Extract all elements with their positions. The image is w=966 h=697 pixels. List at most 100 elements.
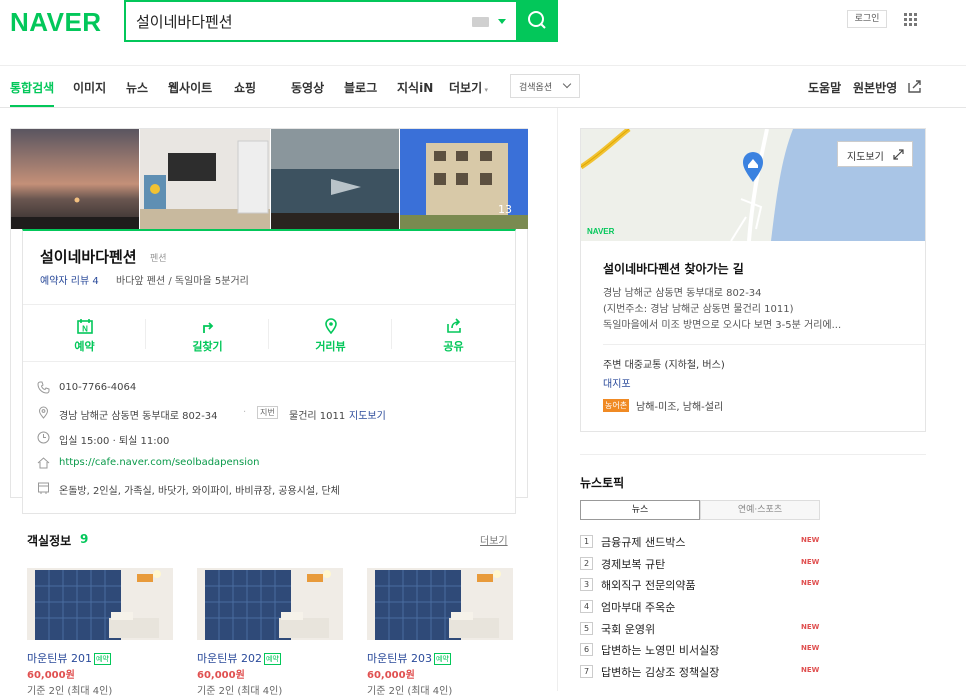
- new-badge: NEW: [801, 644, 820, 652]
- tab-integrated[interactable]: 통합검색: [10, 79, 55, 107]
- apps-grid-icon[interactable]: [904, 13, 918, 27]
- place-name[interactable]: 설이네바다펜션: [40, 246, 137, 267]
- search-box[interactable]: [124, 0, 558, 42]
- photo-count: 13: [498, 203, 512, 216]
- news-item[interactable]: 4 엄마부대 주옥순: [580, 598, 826, 616]
- news-tab-news[interactable]: 뉴스: [580, 500, 700, 520]
- jibun-address: 물건리 1011: [289, 411, 346, 422]
- news-title[interactable]: 답변하는 노영민 비서실장: [601, 642, 719, 658]
- news-title[interactable]: 엄마부대 주옥순: [601, 599, 675, 615]
- new-badge: NEW: [801, 623, 820, 631]
- news-title[interactable]: 해외직구 전문의약품: [601, 577, 696, 593]
- search-input[interactable]: [136, 8, 456, 34]
- news-rank: 1: [580, 535, 593, 548]
- review-link[interactable]: 예약자 리뷰 4: [40, 272, 99, 287]
- rural-bus-badge: 농어촌: [603, 399, 630, 412]
- tab-images[interactable]: 이미지: [73, 79, 106, 96]
- column-divider: [557, 108, 558, 691]
- location-pin-icon: [325, 318, 337, 334]
- news-tab-entertainment[interactable]: 연예·스포츠: [700, 500, 820, 520]
- hours-text: 입실 15:00 · 퇴실 11:00: [59, 436, 170, 447]
- search-options-button[interactable]: 검색옵션: [510, 74, 580, 98]
- search-tabs: 통합검색 이미지 뉴스 웹사이트 쇼핑 동영상 블로그 지식iN 더보기 ▾ 검…: [0, 66, 966, 108]
- book-button[interactable]: N 예약: [23, 305, 146, 363]
- new-badge: NEW: [801, 536, 820, 544]
- clock-icon: [37, 431, 50, 444]
- book-badge[interactable]: 예약: [93, 653, 111, 665]
- news-title[interactable]: 경제보복 규탄: [601, 556, 665, 572]
- jibun-badge: 지번: [257, 406, 278, 419]
- tab-more-label: 더보기: [449, 81, 483, 95]
- tab-video[interactable]: 동영상: [291, 79, 324, 96]
- photo-sunset[interactable]: [11, 129, 139, 229]
- map-card: 지도보기 NAVER 설이네바다펜션 찾아가는 길 경남 남해군 삼동면 동부대…: [580, 128, 926, 432]
- room-photo[interactable]: [367, 560, 513, 640]
- tab-more[interactable]: 더보기 ▾: [449, 79, 488, 96]
- news-rank: 7: [580, 665, 593, 678]
- keyboard-icon[interactable]: [472, 17, 489, 27]
- share-out-icon[interactable]: [907, 78, 923, 94]
- tab-news[interactable]: 뉴스: [126, 79, 148, 96]
- rooms-more-link[interactable]: 더보기: [480, 532, 508, 547]
- room-photo[interactable]: [27, 560, 173, 640]
- map-pin-icon: [38, 406, 49, 419]
- autocomplete-arrow-icon[interactable]: [498, 19, 506, 24]
- location-marker-icon[interactable]: [741, 151, 765, 183]
- news-rank: 2: [580, 557, 593, 570]
- amenities-text: 온돌방, 2인실, 가족실, 바닷가, 와이파이, 바비큐장, 공용시설, 단체: [59, 486, 340, 497]
- photo-sea[interactable]: [271, 129, 399, 229]
- room-name[interactable]: 마운틴뷰 201: [27, 652, 92, 665]
- share-icon: [447, 318, 461, 333]
- room-price: 60,000원: [27, 670, 75, 681]
- map-naver-logo: NAVER: [587, 227, 615, 236]
- news-item[interactable]: 7 답변하는 김상조 정책실장 NEW: [580, 663, 826, 681]
- header: NAVER 로그인: [0, 0, 966, 66]
- calendar-n-icon: N: [77, 319, 93, 334]
- share-button[interactable]: 공유: [392, 305, 515, 363]
- news-item[interactable]: 1 금융규제 샌드박스 NEW: [580, 533, 826, 551]
- news-topics-title: 뉴스토픽: [580, 476, 625, 490]
- route-title[interactable]: 설이네바다펜션 찾아가는 길: [603, 260, 744, 277]
- directions-label: 길찾기: [192, 340, 223, 353]
- home-icon: [37, 457, 50, 469]
- room-name[interactable]: 마운틴뷰 203: [367, 652, 432, 665]
- photo-room-interior[interactable]: [140, 129, 270, 229]
- phone-number[interactable]: 010-7766-4064: [59, 382, 136, 393]
- tab-shopping[interactable]: 쇼핑: [234, 79, 256, 96]
- map-view-button[interactable]: 지도보기: [837, 141, 913, 167]
- directions-button[interactable]: 길찾기: [146, 305, 269, 363]
- room-name[interactable]: 마운틴뷰 202: [197, 652, 262, 665]
- room-photo[interactable]: [197, 560, 343, 640]
- route-directions: 독일마을에서 미조 방면으로 오시다 보면 3-5분 거리에...: [603, 320, 842, 331]
- news-rank: 3: [580, 578, 593, 591]
- news-item[interactable]: 2 경제보복 규탄 NEW: [580, 555, 826, 573]
- news-item[interactable]: 6 답변하는 노영민 비서실장 NEW: [580, 641, 826, 659]
- feedback-link[interactable]: 원본반영: [853, 79, 897, 96]
- news-item[interactable]: 5 국회 운영위 NEW: [580, 620, 826, 638]
- map-view-link[interactable]: 지도보기: [349, 407, 386, 422]
- map[interactable]: 지도보기 NAVER: [581, 129, 925, 241]
- help-link[interactable]: 도움말: [808, 79, 841, 96]
- search-button[interactable]: [516, 0, 558, 42]
- transit-stop-link[interactable]: 대지포: [603, 375, 631, 390]
- new-badge: NEW: [801, 558, 820, 566]
- new-badge: NEW: [801, 579, 820, 587]
- book-badge[interactable]: 예약: [263, 653, 281, 665]
- news-item[interactable]: 3 해외직구 전문의약품 NEW: [580, 576, 826, 594]
- tab-websites[interactable]: 웹사이트: [168, 79, 212, 96]
- new-badge: NEW: [801, 666, 820, 674]
- website-link[interactable]: https://cafe.naver.com/seolbadapension: [59, 457, 259, 468]
- photo-building[interactable]: 13: [400, 129, 528, 229]
- map-view-label: 지도보기: [847, 152, 884, 163]
- login-button[interactable]: 로그인: [847, 10, 887, 28]
- news-title[interactable]: 답변하는 김상조 정책실장: [601, 664, 719, 680]
- news-title[interactable]: 국회 운영위: [601, 621, 655, 637]
- tab-kin[interactable]: 지식iN: [397, 79, 433, 96]
- tab-blog[interactable]: 블로그: [344, 79, 377, 96]
- bus-routes[interactable]: 남해-미조, 남해-설리: [636, 398, 723, 413]
- naver-logo[interactable]: NAVER: [10, 7, 102, 38]
- news-title[interactable]: 금융규제 샌드박스: [601, 534, 685, 550]
- streetview-button[interactable]: 거리뷰: [269, 305, 392, 363]
- transit-title: 주변 대중교통 (지하철, 버스): [603, 360, 725, 371]
- book-badge[interactable]: 예약: [433, 653, 451, 665]
